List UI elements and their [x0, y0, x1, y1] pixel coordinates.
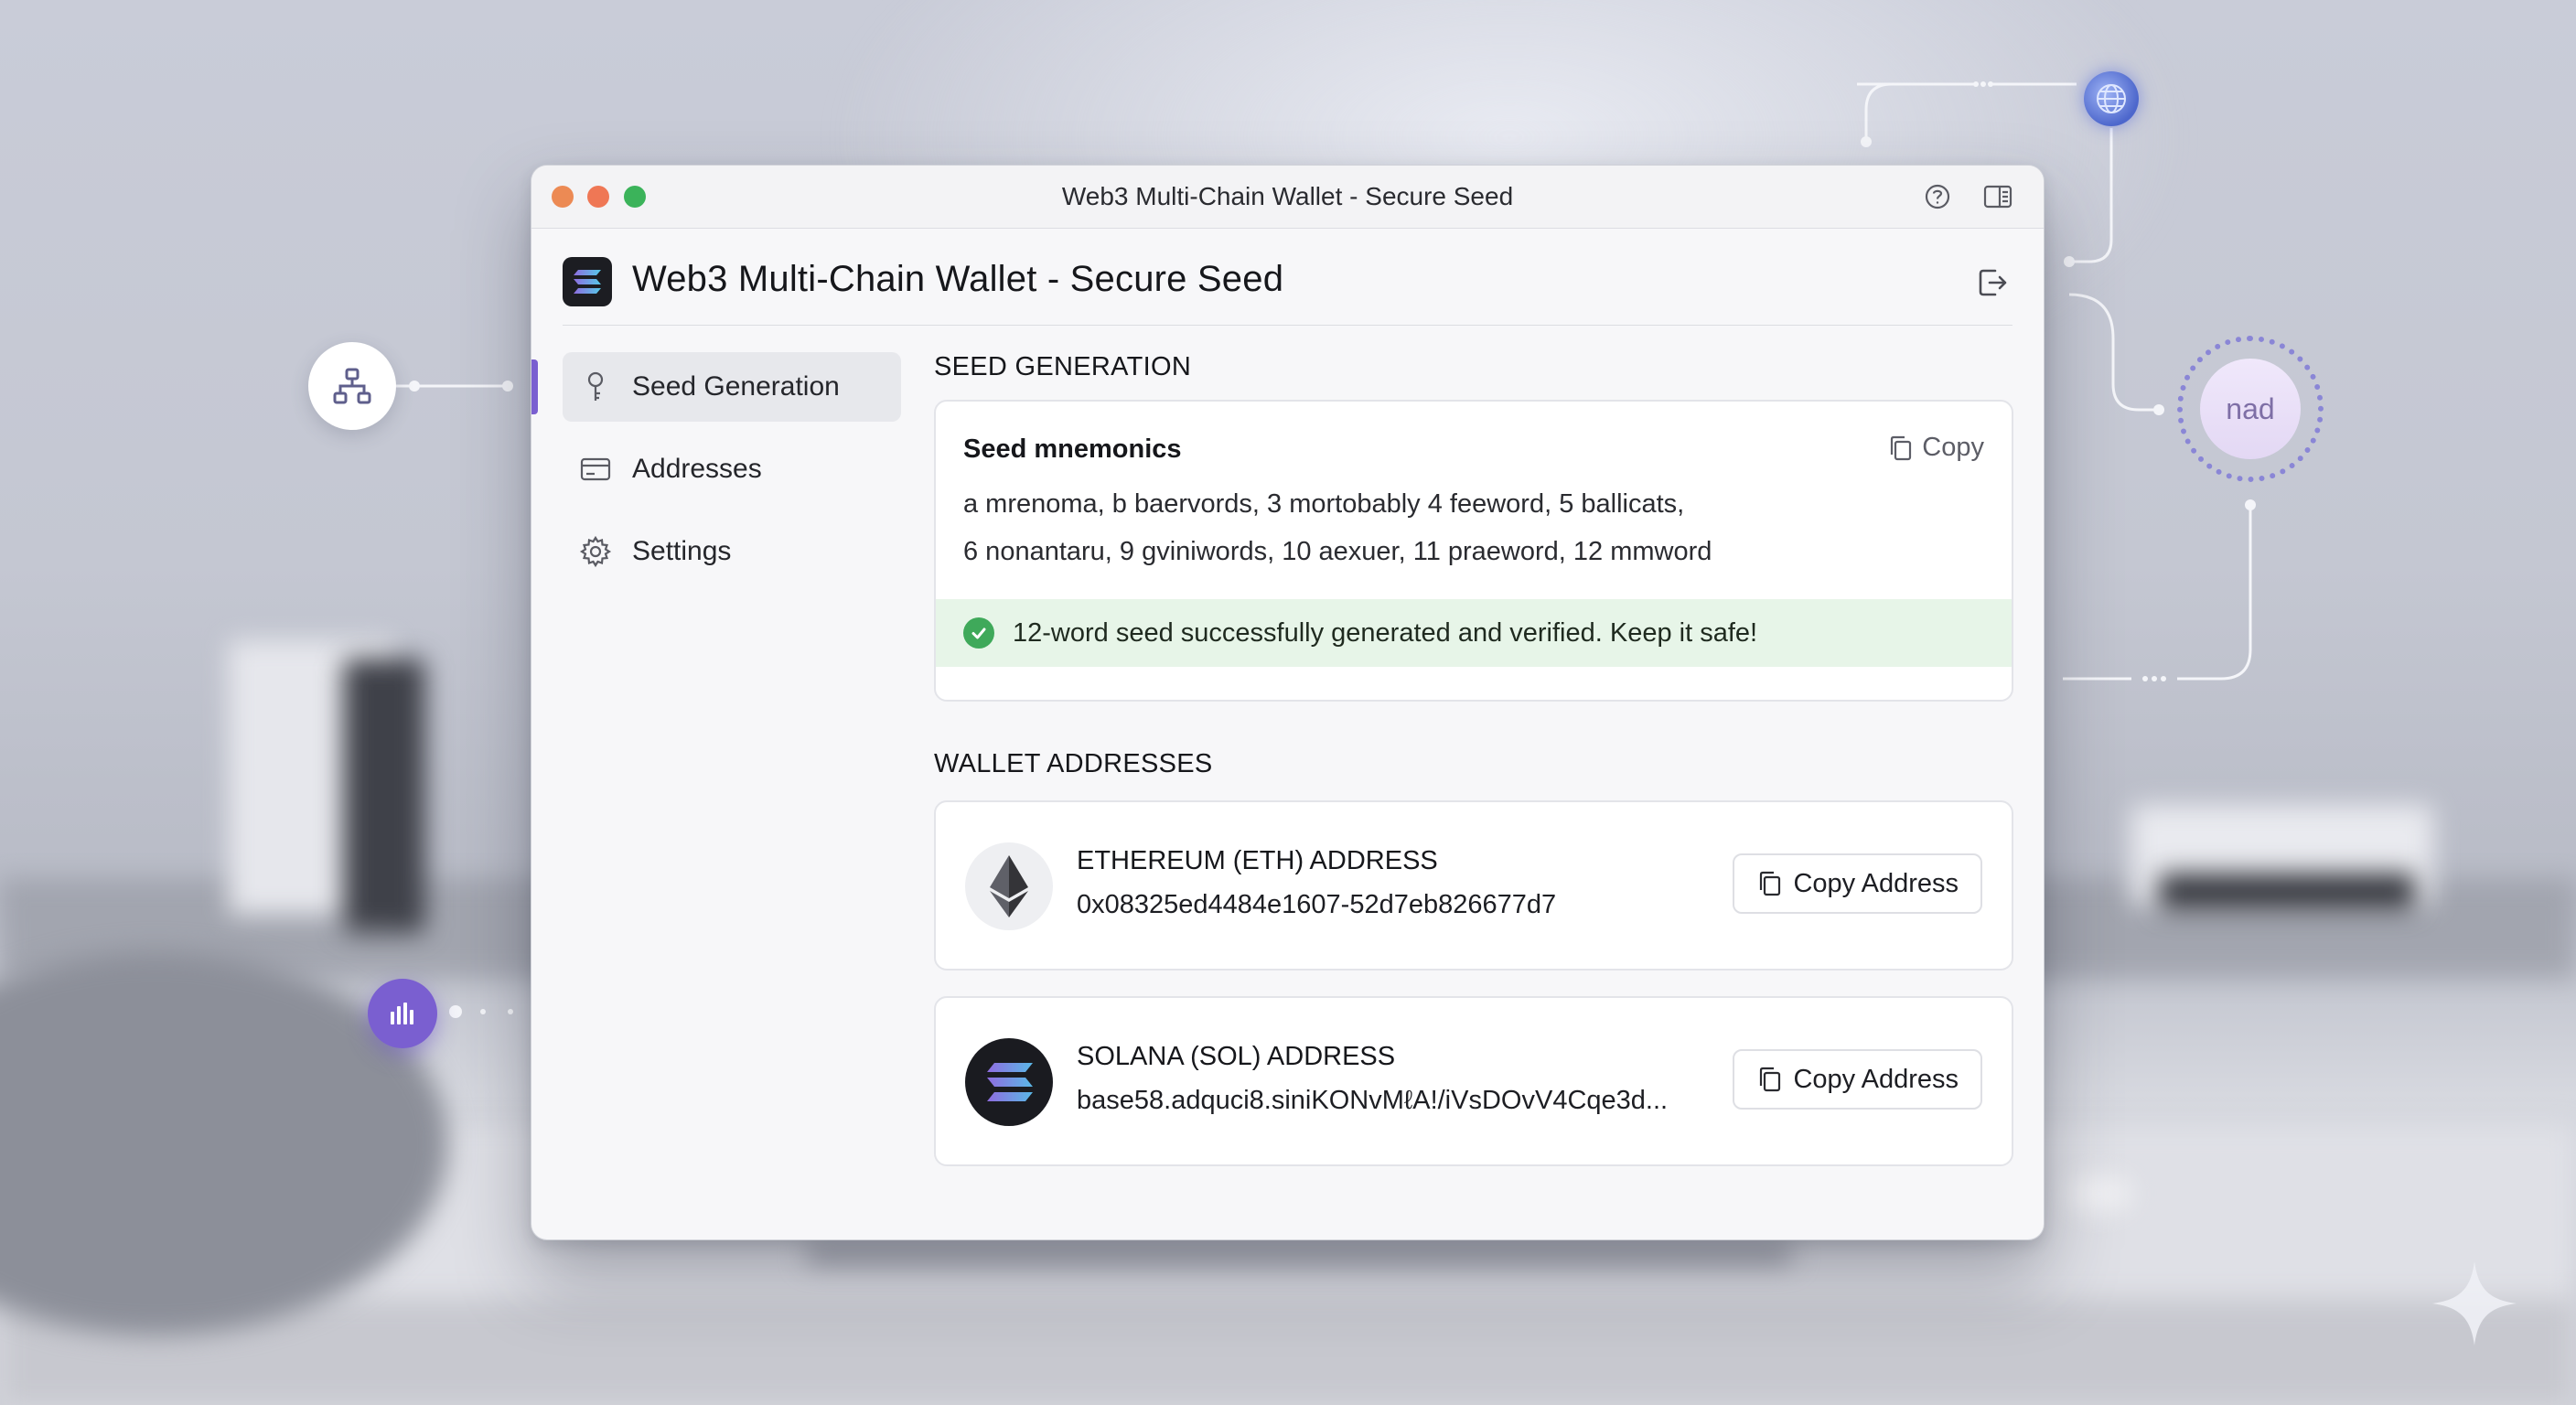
chain-badge-node: nad — [2177, 336, 2324, 482]
eth-address-card: ETHEREUM (ETH) ADDRESS 0x08325ed4484e160… — [934, 800, 2013, 971]
seed-words-line-2: 6 nonantaru, 9 gviniwords, 10 aexuer, 11… — [963, 537, 1712, 566]
analytics-node — [368, 979, 437, 1048]
eth-address-value: 0x08325ed4484e1607-52d7eb826677d7 — [1077, 890, 1557, 919]
bar-chart-icon — [391, 1003, 413, 1024]
sidebar-item-seed-generation[interactable]: Seed Generation — [531, 352, 901, 422]
globe-icon — [2097, 84, 2126, 113]
sol-address-value: base58.adquci8.siniKONvMℓA!/iVsDOvV4Cqe3… — [1077, 1086, 1669, 1115]
sidebar-item-addresses[interactable]: Addresses — [563, 434, 901, 504]
wallet-card-icon — [577, 451, 614, 488]
seed-section-title: SEED GENERATION — [934, 352, 1192, 381]
globe-node — [2084, 71, 2139, 126]
logout-button[interactable] — [1972, 263, 2012, 303]
sidebar-toggle-icon — [1983, 185, 2012, 209]
check-circle-icon — [963, 617, 994, 649]
help-icon — [1925, 184, 1950, 209]
ethereum-logo-icon — [965, 842, 1053, 930]
seed-success-banner: 12-word seed successfully generated and … — [936, 599, 2012, 667]
sidebar: Seed Generation Addresses Settings — [531, 352, 901, 599]
seed-words-line-1: a mrenoma, b baervords, 3 mortobably 4 f… — [963, 489, 1685, 519]
title-bar: Web3 Multi-Chain Wallet - Secure Seed — [531, 166, 2044, 229]
background-speaker — [343, 659, 425, 933]
copy-eth-address-button[interactable]: Copy Address — [1733, 853, 1982, 914]
sidebar-item-label: Seed Generation — [632, 371, 840, 402]
chain-badge-label: nad — [2200, 359, 2301, 459]
sparkle-icon — [2432, 1261, 2517, 1346]
network-node — [308, 342, 396, 430]
logout-icon — [1979, 269, 2007, 296]
copy-seed-button[interactable]: Copy — [1887, 433, 1984, 463]
sidebar-item-label: Addresses — [632, 454, 762, 484]
solana-logo-icon — [965, 1038, 1053, 1126]
sol-address-label: SOLANA (SOL) ADDRESS — [1077, 1042, 1396, 1071]
copy-sol-address-label: Copy Address — [1793, 1064, 1959, 1094]
gear-icon — [577, 533, 614, 570]
sidebar-item-label: Settings — [632, 536, 732, 566]
sidebar-item-settings[interactable]: Settings — [563, 517, 901, 586]
solana-logo-icon — [563, 257, 612, 306]
copy-icon — [1887, 434, 1913, 462]
addresses-section-title: WALLET ADDRESSES — [934, 749, 1213, 778]
main-content: SEED GENERATION Seed mnemonics Copy a mr… — [934, 352, 2013, 1166]
background-mouse — [2067, 1175, 2131, 1212]
copy-icon — [1756, 1066, 1782, 1093]
network-icon — [333, 368, 371, 404]
background-keyboard — [805, 1244, 1793, 1264]
app-window: Web3 Multi-Chain Wallet - Secure Seed We… — [531, 165, 2045, 1240]
active-indicator — [531, 359, 538, 414]
app-title: Web3 Multi-Chain Wallet - Secure Seed — [632, 259, 1284, 299]
copy-seed-label: Copy — [1922, 433, 1984, 462]
background-device-base — [2159, 874, 2415, 910]
seed-card: Seed mnemonics Copy a mrenoma, b baervor… — [934, 400, 2013, 702]
app-header: Web3 Multi-Chain Wallet - Secure Seed — [563, 230, 2012, 326]
seed-card-label: Seed mnemonics — [963, 434, 1182, 464]
key-icon — [577, 369, 614, 405]
copy-sol-address-button[interactable]: Copy Address — [1733, 1049, 1982, 1110]
copy-eth-address-label: Copy Address — [1793, 868, 1959, 898]
window-title: Web3 Multi-Chain Wallet - Secure Seed — [1061, 182, 1514, 210]
copy-icon — [1756, 870, 1782, 897]
sol-address-card: SOLANA (SOL) ADDRESS base58.adquci8.sini… — [934, 996, 2013, 1166]
toggle-sidebar-button[interactable] — [1982, 181, 2013, 212]
eth-address-label: ETHEREUM (ETH) ADDRESS — [1077, 846, 1438, 875]
background-desk-edge — [0, 1299, 2576, 1405]
seed-success-text: 12-word seed successfully generated and … — [1013, 617, 1758, 648]
help-button[interactable] — [1922, 181, 1953, 212]
